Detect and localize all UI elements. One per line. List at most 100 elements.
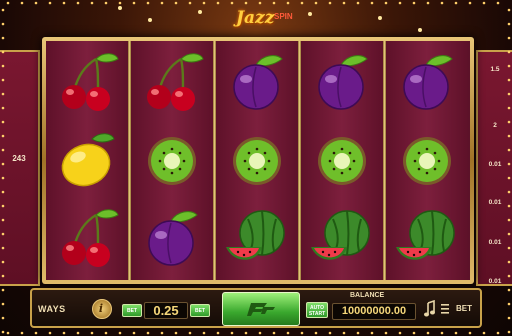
light-dot <box>146 331 150 335</box>
light-dot <box>412 1 416 5</box>
bet-value-display: 0.25 <box>144 302 188 319</box>
spin-logo-icon <box>247 303 275 316</box>
reel-area <box>46 41 470 280</box>
plum-icon <box>403 55 453 110</box>
light-dot <box>198 10 202 14</box>
light-dot <box>507 316 511 320</box>
light-dot <box>356 1 360 5</box>
light-dot <box>356 331 360 335</box>
logo-sub-text: SPIN <box>274 12 293 21</box>
cherry-icon <box>62 209 119 267</box>
light-dot <box>314 331 318 335</box>
light-dot <box>90 331 94 335</box>
light-dot <box>308 12 312 16</box>
light-dot <box>188 331 192 335</box>
light-dot <box>118 6 122 10</box>
light-dot <box>272 331 276 335</box>
light-dot <box>216 331 220 335</box>
ways-label: WAYS <box>38 304 66 314</box>
game-logo: Jazz SPIN <box>222 6 296 40</box>
ways-panel: 243 <box>0 50 40 286</box>
light-dot <box>286 331 290 335</box>
light-dot <box>384 1 388 5</box>
logo-main-text: Jazz <box>236 8 275 28</box>
plum-symbol <box>222 47 292 117</box>
light-dot <box>160 1 164 5</box>
menu-button[interactable] <box>440 302 450 316</box>
light-dot <box>148 18 152 22</box>
paytable-value: 0.01 <box>488 239 502 246</box>
light-dot <box>378 16 382 20</box>
light-dot <box>496 1 500 5</box>
light-dot <box>1 288 5 292</box>
light-dot <box>454 331 458 335</box>
reel-2 <box>131 41 213 280</box>
kiwi-symbol <box>137 125 207 195</box>
light-dot <box>398 331 402 335</box>
bet-decrease-button[interactable]: BET <box>122 304 142 317</box>
light-dot <box>1 302 5 306</box>
bet-increase-button[interactable]: BET <box>190 304 210 317</box>
light-dot <box>507 8 511 12</box>
reel-1 <box>46 41 128 280</box>
light-dot <box>507 36 511 40</box>
light-dot <box>104 331 108 335</box>
light-dot <box>20 1 24 5</box>
light-dot <box>174 1 178 5</box>
info-icon: i <box>99 302 103 315</box>
light-dot <box>328 331 332 335</box>
control-bar: WAYS i BET 0.25 BET AUTO START BALANCE 1… <box>30 288 482 328</box>
kiwi-icon <box>403 137 451 185</box>
music-note-icon <box>424 299 435 317</box>
info-button[interactable]: i <box>92 299 112 319</box>
light-dot <box>62 331 66 335</box>
light-dot <box>1 316 5 320</box>
light-dot <box>244 1 248 5</box>
light-dot <box>482 1 486 5</box>
light-dot <box>398 1 402 5</box>
light-dot <box>230 331 234 335</box>
cherry-icon <box>62 53 119 111</box>
bet-increase-label: BET <box>195 308 205 314</box>
watermelon-symbol <box>392 203 462 273</box>
light-dot <box>34 1 38 5</box>
plum-icon <box>233 55 283 110</box>
light-dot <box>482 331 486 335</box>
plum-symbol <box>392 47 462 117</box>
light-dot <box>34 331 38 335</box>
watermelon-symbol <box>222 203 292 273</box>
auto-start-button[interactable]: AUTO START <box>306 302 328 318</box>
light-dot <box>132 1 136 5</box>
watermelon-symbol <box>307 203 377 273</box>
paytable-value: 2 <box>493 122 497 129</box>
sound-button[interactable] <box>423 299 437 318</box>
cherry-symbol <box>137 47 207 117</box>
light-dot <box>1 330 5 334</box>
light-dot <box>1 36 5 40</box>
plum-symbol <box>137 203 207 273</box>
light-dot <box>507 22 511 26</box>
light-dot <box>1 22 5 26</box>
light-dot <box>314 1 318 5</box>
paytable-value: 0.01 <box>488 278 502 285</box>
paytable-value: 0.01 <box>488 161 502 168</box>
light-dot <box>202 1 206 5</box>
kiwi-icon <box>148 137 196 185</box>
kiwi-symbol <box>222 125 292 195</box>
balance-label: BALANCE <box>350 292 385 299</box>
reel-3 <box>216 41 298 280</box>
light-dot <box>370 1 374 5</box>
light-dot <box>272 1 276 5</box>
light-dot <box>244 331 248 335</box>
light-dot <box>118 331 122 335</box>
light-dot <box>440 331 444 335</box>
light-dot <box>62 1 66 5</box>
light-dot <box>6 331 10 335</box>
plum-icon <box>318 55 368 110</box>
spin-button[interactable] <box>222 292 300 326</box>
light-dot <box>328 1 332 5</box>
light-dot <box>300 1 304 5</box>
light-dot <box>440 1 444 5</box>
plum-icon <box>148 211 198 266</box>
light-dot <box>230 1 234 5</box>
